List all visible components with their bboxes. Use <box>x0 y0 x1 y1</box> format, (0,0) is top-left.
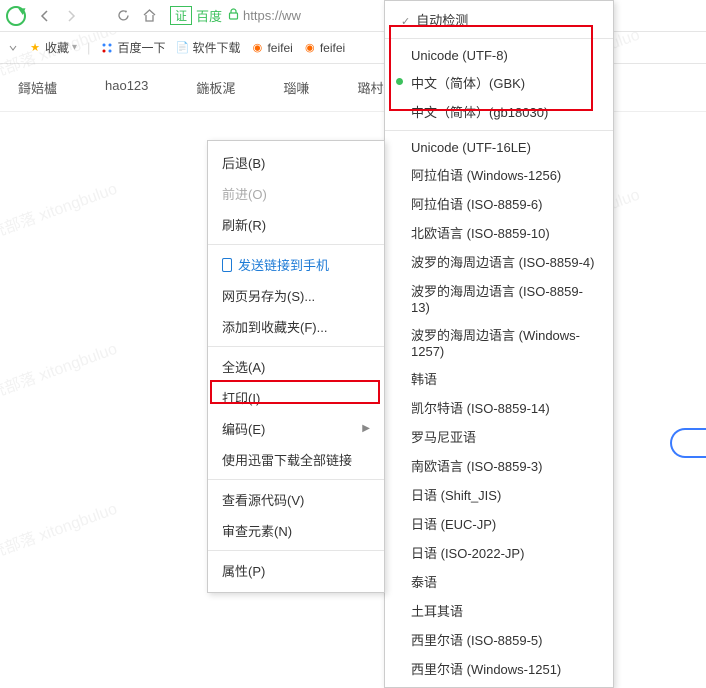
enc-baltic4[interactable]: 波罗的海周边语言 (ISO-8859-4) <box>385 247 613 276</box>
bookmark-expand[interactable] <box>8 43 18 53</box>
enc-gb18030[interactable]: 中文（简体）(gb18030) <box>385 97 613 126</box>
enc-korean[interactable]: 韩语 <box>385 364 613 393</box>
bookmark-label: 收藏 <box>45 39 69 56</box>
menu-separator <box>208 479 384 480</box>
bookmark-feifei1[interactable]: ◉ feifei <box>250 41 292 55</box>
enc-thai[interactable]: 泰语 <box>385 567 613 596</box>
forward-button[interactable] <box>58 3 84 29</box>
enc-jp-euc[interactable]: 日语 (EUC-JP) <box>385 509 613 538</box>
home-button[interactable] <box>136 3 162 29</box>
bookmark-baidu[interactable]: 百度一下 <box>100 39 165 56</box>
cm-back[interactable]: 后退(B) <box>208 147 384 178</box>
cm-save-as[interactable]: 网页另存为(S)... <box>208 280 384 311</box>
chevron-right-icon: ▶ <box>362 423 370 434</box>
star-icon: ★ <box>28 41 42 55</box>
cm-print[interactable]: 打印(I) <box>208 382 384 413</box>
cm-select-all[interactable]: 全选(A) <box>208 351 384 382</box>
cm-inspect[interactable]: 审查元素(N) <box>208 515 384 546</box>
folder-icon: 📄 <box>175 41 189 55</box>
menu-separator <box>208 550 384 551</box>
cm-view-source[interactable]: 查看源代码(V) <box>208 484 384 515</box>
feifei-icon: ◉ <box>250 41 264 55</box>
cm-thunder[interactable]: 使用迅雷下载全部链接 <box>208 444 384 475</box>
cm-label: 编码(E) <box>222 419 265 438</box>
bookmark-label: feifei <box>267 41 292 55</box>
bookmark-label: 百度一下 <box>117 39 165 56</box>
enc-auto[interactable]: 自动检测 <box>385 5 613 34</box>
nav-item[interactable]: 瑙嗛 <box>283 78 309 97</box>
bookmark-label: feifei <box>320 41 345 55</box>
bookmark-feifei2[interactable]: ◉ feifei <box>303 41 345 55</box>
nav-item[interactable]: 鎶婄櫨 <box>18 78 57 97</box>
refresh-button[interactable] <box>110 3 136 29</box>
browser-logo-icon <box>6 6 26 26</box>
enc-baltic1257[interactable]: 波罗的海周边语言 (Windows-1257) <box>385 320 613 364</box>
cm-refresh[interactable]: 刷新(R) <box>208 209 384 240</box>
nav-item[interactable]: hao123 <box>105 78 148 97</box>
cm-send-phone[interactable]: 发送链接到手机 <box>208 249 384 280</box>
enc-gbk[interactable]: 中文（简体）(GBK) <box>385 68 613 97</box>
enc-celtic[interactable]: 凯尔特语 (ISO-8859-14) <box>385 393 613 422</box>
enc-north[interactable]: 北欧语言 (ISO-8859-10) <box>385 218 613 247</box>
menu-separator <box>385 130 613 131</box>
enc-utf16le[interactable]: Unicode (UTF-16LE) <box>385 135 613 160</box>
enc-southeu[interactable]: 南欧语言 (ISO-8859-3) <box>385 451 613 480</box>
bookmark-label: 软件下载 <box>192 39 240 56</box>
nav-item[interactable]: 鍦板浘 <box>196 78 235 97</box>
side-pill-button[interactable] <box>670 428 706 458</box>
enc-ar8859[interactable]: 阿拉伯语 (ISO-8859-6) <box>385 189 613 218</box>
cm-properties[interactable]: 属性(P) <box>208 555 384 586</box>
cert-badge: 证 <box>170 6 192 25</box>
site-name: 百度 <box>196 6 222 25</box>
enc-jp-iso[interactable]: 日语 (ISO-2022-JP) <box>385 538 613 567</box>
enc-utf8[interactable]: Unicode (UTF-8) <box>385 43 613 68</box>
enc-turkish[interactable]: 土耳其语 <box>385 596 613 625</box>
back-button[interactable] <box>32 3 58 29</box>
url-text: https://ww <box>243 8 301 23</box>
menu-separator <box>208 346 384 347</box>
menu-separator <box>385 38 613 39</box>
baidu-icon <box>100 41 114 55</box>
menu-separator <box>208 244 384 245</box>
encoding-submenu: 自动检测 Unicode (UTF-8) 中文（简体）(GBK) 中文（简体）(… <box>384 0 614 688</box>
enc-romanian[interactable]: 罗马尼亚语 <box>385 422 613 451</box>
cm-encoding[interactable]: 编码(E) ▶ <box>208 413 384 444</box>
cm-label: 发送链接到手机 <box>238 255 329 274</box>
lock-icon <box>228 8 239 23</box>
phone-icon <box>222 258 232 272</box>
feifei-icon: ◉ <box>303 41 317 55</box>
cm-add-fav[interactable]: 添加到收藏夹(F)... <box>208 311 384 342</box>
enc-cyrillic5[interactable]: 西里尔语 (ISO-8859-5) <box>385 625 613 654</box>
address-bar[interactable]: 证 百度 https://ww <box>170 6 301 25</box>
enc-cyrillic1251[interactable]: 西里尔语 (Windows-1251) <box>385 654 613 683</box>
enc-jp-sjis[interactable]: 日语 (Shift_JIS) <box>385 480 613 509</box>
enc-ar1256[interactable]: 阿拉伯语 (Windows-1256) <box>385 160 613 189</box>
enc-baltic13[interactable]: 波罗的海周边语言 (ISO-8859-13) <box>385 276 613 320</box>
cm-forward: 前进(O) <box>208 178 384 209</box>
bookmark-soft[interactable]: 📄 软件下载 <box>175 39 240 56</box>
bookmark-fav[interactable]: ★ 收藏 ▾ <box>28 39 77 56</box>
context-menu: 后退(B) 前进(O) 刷新(R) 发送链接到手机 网页另存为(S)... 添加… <box>207 140 385 593</box>
